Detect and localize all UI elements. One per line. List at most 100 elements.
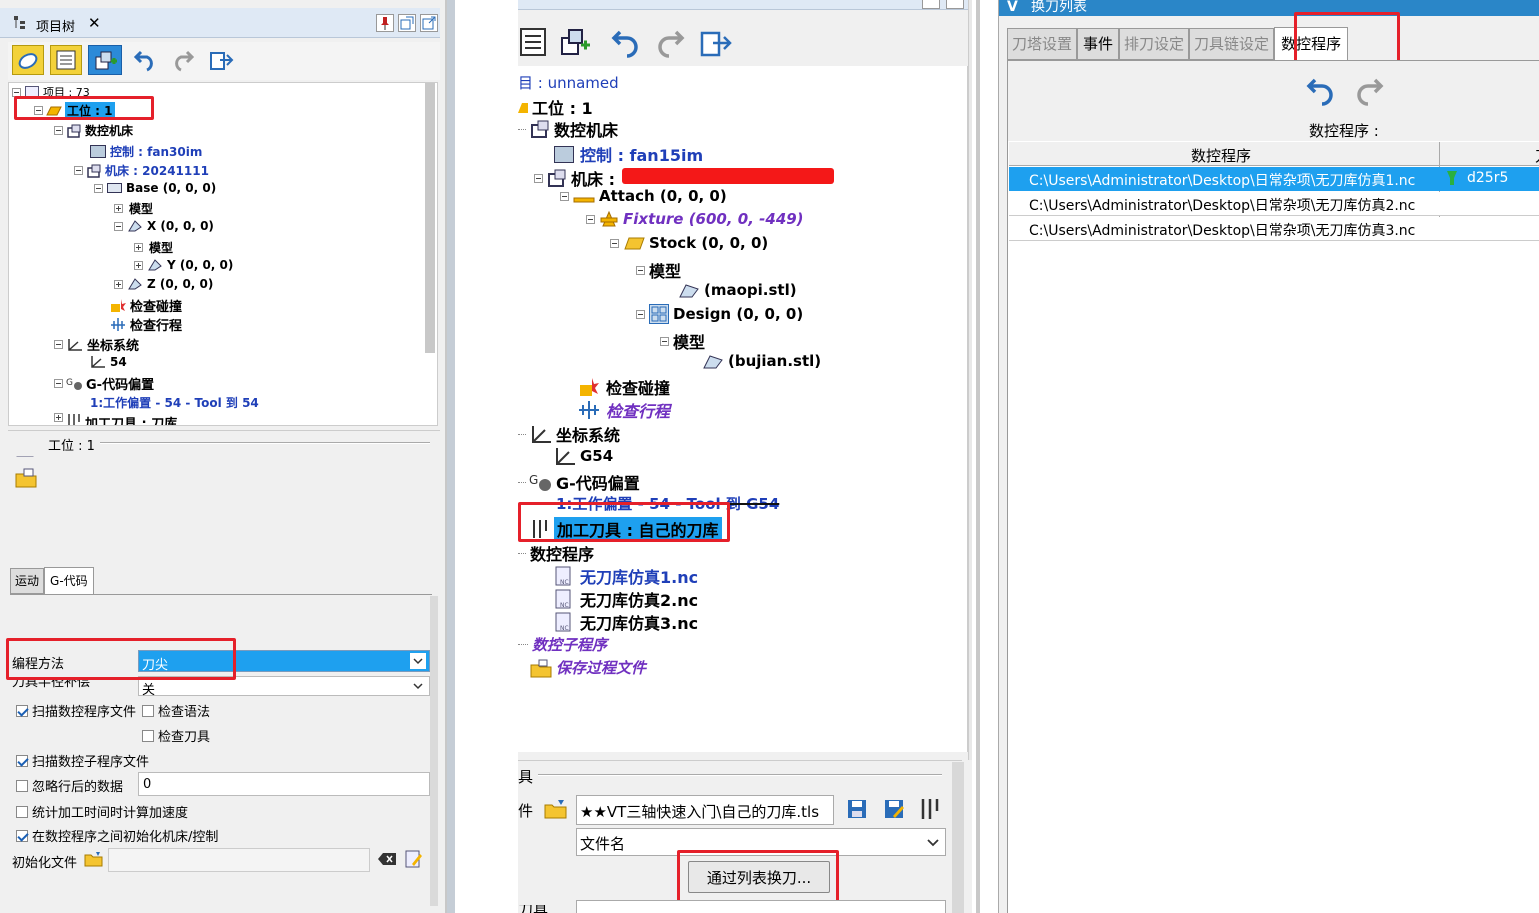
tree-item-machine[interactable]: 数控机床 [54,122,133,139]
add-component-icon[interactable] [88,45,122,75]
tab-events[interactable]: 事件 [1077,28,1120,60]
mid-bottom-scrollbar[interactable] [952,762,964,913]
expand-icon[interactable] [134,260,143,270]
collapse-icon[interactable] [74,166,83,175]
tool-lib-file-input[interactable]: ★★VT三轴快速入门\自己的刀库.tls [576,795,834,825]
tree-item-stock[interactable]: Stock (0, 0, 0) [610,234,768,252]
float-icon[interactable] [398,14,416,32]
table-row[interactable]: C:\Users\Administrator\Desktop\日常杂项\无刀库仿… [1009,167,1539,191]
popout-icon[interactable] [420,14,438,32]
tree-item-base[interactable]: Base (0, 0, 0) [94,181,216,195]
tree-item-nc-3[interactable]: NC 无刀库仿真3.nc [554,610,698,634]
stat-time-checkbox[interactable]: 统计加工时间时计算加速度 [16,802,188,821]
properties-icon[interactable] [518,26,548,58]
tree-item-x-axis[interactable]: X (0, 0, 0) [114,219,214,233]
tab-tool-chain[interactable]: 刀具链设定 [1189,28,1275,60]
tree-item-station[interactable]: 工位 : 1 [34,102,115,119]
tree-item-nc-1[interactable]: NC 无刀库仿真1.nc [554,564,698,588]
expand-icon[interactable] [114,279,123,289]
ignore-after-checkbox[interactable]: 忽略行后的数据 [16,776,123,795]
expand-icon[interactable] [54,413,63,422]
tree-item-collision[interactable]: 检查碰撞 [578,375,670,399]
tree-item-attach[interactable]: Attach (0, 0, 0) [560,187,727,205]
undo-icon[interactable] [1303,74,1337,108]
tree-item-nc-programs[interactable]: 数控程序 [518,541,594,565]
collapse-icon[interactable] [610,238,619,248]
collapse-icon[interactable] [534,173,543,183]
collapse-icon[interactable] [636,265,645,275]
scan-nc-checkbox[interactable]: 扫描数控程序文件 [16,701,136,720]
column-header-program[interactable]: 数控程序 [1191,145,1251,166]
open-folder-icon[interactable] [84,850,104,868]
change-by-list-button[interactable]: 通过列表换刀... [688,861,830,893]
open-folder-icon[interactable] [544,798,568,820]
collapse-icon[interactable] [636,309,645,319]
save-process-icon[interactable] [12,464,40,492]
prog-method-select[interactable]: 刀尖 [138,650,430,673]
mid-float-icon[interactable] [922,0,940,9]
tree-item-subroutines[interactable]: 数控子程序 [518,634,607,655]
collapse-icon[interactable] [54,340,63,349]
export-icon[interactable] [698,26,734,60]
tree-item-control[interactable]: 控制 : fan30im [90,143,202,160]
scan-sub-checkbox[interactable]: 扫描数控子程序文件 [16,751,149,770]
check-tool-checkbox[interactable]: 检查刀具 [142,726,210,745]
tree-item-save-process[interactable]: 保存过程文件 [530,657,646,678]
collapse-icon[interactable] [54,126,63,135]
undo-icon[interactable] [130,45,160,75]
form-scrollbar[interactable] [430,596,438,906]
tree-item-fixture[interactable]: Fixture (600, 0, -449) [586,210,804,228]
tree-item-coords[interactable]: 坐标系统 [54,335,139,354]
tree-item-y-axis[interactable]: Y (0, 0, 0) [134,258,233,272]
tree-item-work-offset[interactable]: 1:工作偏置 - 54 - Tool 到 G54 [556,493,779,514]
tree-item-model[interactable]: 模型 [636,258,681,282]
tree-item-machine-file[interactable]: 机床 : 20241111 [74,162,209,179]
export-icon[interactable] [206,45,236,75]
mid-popout-icon[interactable] [946,0,964,9]
tree-item-gcode-offset[interactable]: G G-代码偏置 [518,470,640,494]
tree-item-gcode-offset[interactable]: G G-代码偏置 [54,374,154,393]
tree-item-model[interactable]: 模型 [114,200,153,217]
init-file-input[interactable] [108,848,370,872]
tool-input-edge[interactable] [576,900,946,913]
tool-manager-icon[interactable] [918,797,942,821]
tree-item-tooling[interactable]: 加工刀具 : 刀库 [54,413,177,425]
save-icon[interactable] [846,798,868,820]
tree-item-model[interactable]: 模型 [660,329,705,353]
ignore-after-input[interactable]: 0 [138,772,430,796]
tab-turret-settings[interactable]: 刀塔设置 [1007,28,1078,60]
save-as-icon[interactable] [883,798,905,820]
pin-icon[interactable] [376,14,394,32]
comp-select[interactable]: 关 [138,676,430,698]
collapse-icon[interactable] [54,379,63,388]
tree-item-csys-g54[interactable]: G54 [554,446,613,466]
redo-icon[interactable] [168,45,198,75]
column-header-tool[interactable]: 刀 [1535,145,1539,166]
tree-item-model[interactable]: 模型 [134,239,173,256]
close-icon[interactable]: ✕ [88,14,101,32]
check-syntax-checkbox[interactable]: 检查语法 [142,701,210,720]
tree-item-project[interactable]: 项目 : 73 [12,84,90,100]
file-name-select[interactable]: 文件名 [576,828,946,856]
tree-item-tooling[interactable]: 加工刀具 : 自己的刀库 [530,517,722,541]
properties-icon[interactable] [50,45,82,75]
add-component-icon[interactable] [558,26,592,58]
tree-item-work-offset[interactable]: 1:工作偏置 - 54 - Tool 到 54 [90,394,259,411]
tree-item-project[interactable]: 目 : unnamed [518,72,619,93]
collapse-icon[interactable] [12,87,21,97]
tree-item-z-axis[interactable]: Z (0, 0, 0) [114,277,213,291]
redo-icon[interactable] [654,26,688,60]
collapse-icon[interactable] [586,214,595,224]
tree-item-csys-54[interactable]: 54 [90,354,127,369]
tree-item-station[interactable]: 工位 : 1 [518,95,593,119]
tab-gcode[interactable]: G-代码 [44,567,94,595]
tree-item-coords[interactable]: 坐标系统 [518,422,620,446]
tree-item-nc-2[interactable]: NC 无刀库仿真2.nc [554,587,698,611]
tree-item-collision[interactable]: 检查碰撞 [110,296,182,315]
tree-item-control[interactable]: 控制 : fan15im [554,142,703,166]
tab-motion[interactable]: 运动 [10,568,45,594]
expand-icon[interactable] [134,243,143,252]
collapse-icon[interactable] [560,191,569,201]
left-tree-scrollbar[interactable] [425,83,435,353]
edit-file-icon[interactable] [404,850,424,868]
